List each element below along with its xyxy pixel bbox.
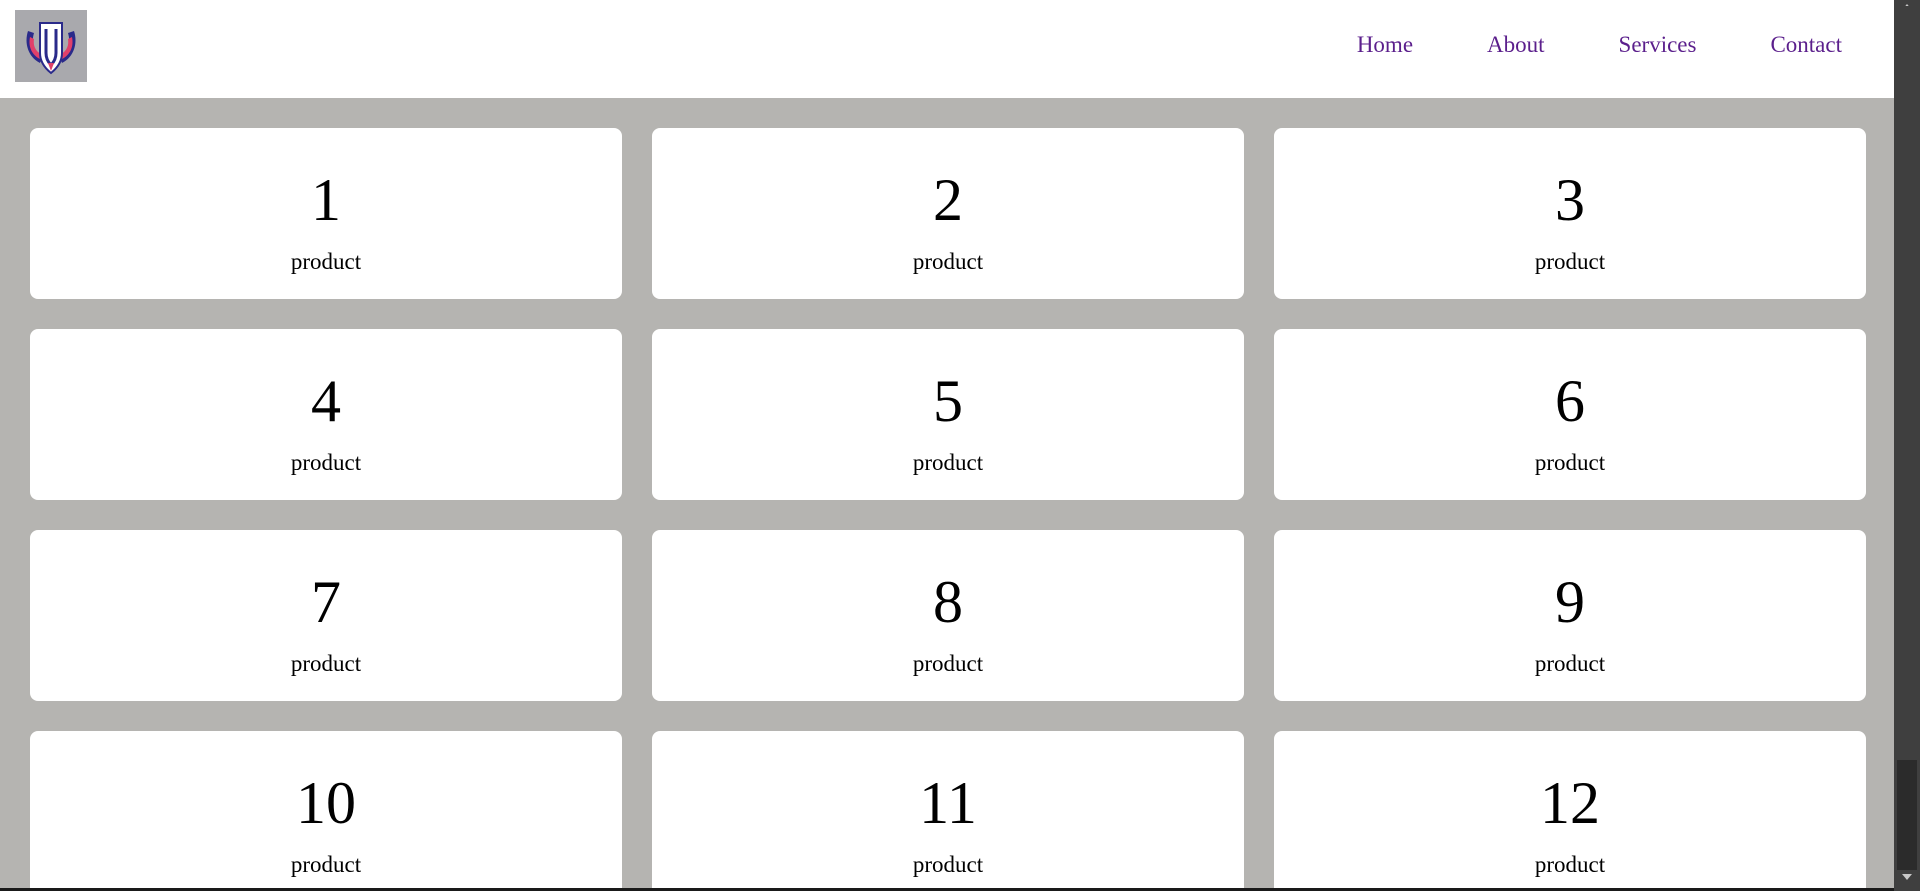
nav-about-link[interactable]: About xyxy=(1487,30,1545,60)
product-card[interactable]: 9 product xyxy=(1274,530,1866,701)
winged-shield-logo-icon xyxy=(18,13,84,79)
product-label: product xyxy=(1534,249,1606,274)
product-number: 1 xyxy=(311,167,341,233)
product-grid: 1 product 2 product 3 product 4 product … xyxy=(30,128,1866,891)
product-label: product xyxy=(912,249,984,274)
page-viewport: Home About Services Contact 1 product 2 … xyxy=(0,0,1894,891)
product-number: 3 xyxy=(1555,167,1585,233)
product-label: product xyxy=(912,651,984,676)
site-header: Home About Services Contact xyxy=(0,0,1894,98)
main-nav: Home About Services Contact xyxy=(1283,30,1842,60)
product-card[interactable]: 2 product xyxy=(652,128,1244,299)
product-label: product xyxy=(1534,651,1606,676)
nav-services-link[interactable]: Services xyxy=(1619,30,1697,60)
product-label: product xyxy=(290,450,362,475)
product-number: 12 xyxy=(1540,770,1600,836)
product-card[interactable]: 1 product xyxy=(30,128,622,299)
product-card[interactable]: 5 product xyxy=(652,329,1244,500)
product-card[interactable]: 4 product xyxy=(30,329,622,500)
nav-home-link[interactable]: Home xyxy=(1357,30,1413,60)
site-logo[interactable] xyxy=(15,10,87,82)
product-label: product xyxy=(290,852,362,877)
product-number: 4 xyxy=(311,368,341,434)
scrollbar-track[interactable] xyxy=(1897,6,1917,758)
scrollbar-thumb[interactable] xyxy=(1897,760,1917,870)
product-number: 7 xyxy=(311,569,341,635)
product-number: 10 xyxy=(296,770,356,836)
product-label: product xyxy=(1534,852,1606,877)
product-card[interactable]: 6 product xyxy=(1274,329,1866,500)
nav-contact-link[interactable]: Contact xyxy=(1770,30,1842,60)
product-label: product xyxy=(1534,450,1606,475)
scroll-down-arrow-icon[interactable] xyxy=(1902,874,1912,880)
product-card[interactable]: 12 product xyxy=(1274,731,1866,891)
product-card[interactable]: 10 product xyxy=(30,731,622,891)
product-number: 11 xyxy=(919,770,977,836)
product-number: 9 xyxy=(1555,569,1585,635)
vertical-scrollbar[interactable] xyxy=(1894,0,1920,891)
product-label: product xyxy=(290,249,362,274)
product-label: product xyxy=(290,651,362,676)
product-card[interactable]: 3 product xyxy=(1274,128,1866,299)
product-number: 6 xyxy=(1555,368,1585,434)
product-number: 2 xyxy=(933,167,963,233)
product-label: product xyxy=(912,852,984,877)
product-card[interactable]: 8 product xyxy=(652,530,1244,701)
product-number: 8 xyxy=(933,569,963,635)
product-card[interactable]: 11 product xyxy=(652,731,1244,891)
product-number: 5 xyxy=(933,368,963,434)
product-label: product xyxy=(912,450,984,475)
product-card[interactable]: 7 product xyxy=(30,530,622,701)
